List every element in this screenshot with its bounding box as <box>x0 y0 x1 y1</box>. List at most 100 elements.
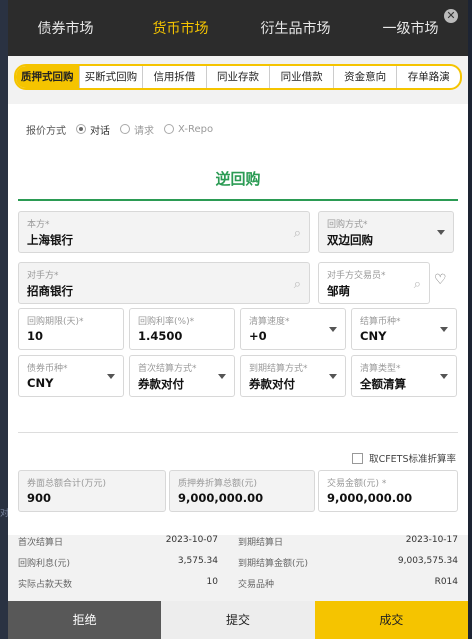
trade-amount-input[interactable]: 交易金额(元) * 9,000,000.00 <box>318 470 458 512</box>
market-nav: 债券市场 货币市场 衍生品市场 一级市场 ✕ <box>8 0 468 56</box>
checkbox-icon <box>352 452 364 464</box>
contact-icon[interactable]: ♡ <box>434 272 447 288</box>
maturity-settle-select[interactable]: 到期结算方式* 券款对付 <box>240 355 346 397</box>
chevron-down-icon <box>329 327 337 332</box>
field-label: 清算速度* <box>249 317 290 327</box>
field-label: 回购方式* <box>327 220 368 230</box>
maturity-date-label: 到期结算日 <box>238 538 284 548</box>
field-label: 到期结算方式* <box>249 364 308 374</box>
tab-bond-market[interactable]: 债券市场 <box>8 18 123 38</box>
form-title: 逆回购 <box>215 170 261 188</box>
radio-dot-icon <box>164 124 174 134</box>
close-icon[interactable]: ✕ <box>444 9 458 23</box>
subtab-cd-roadshow[interactable]: 存单路演 <box>396 66 460 88</box>
field-value: CNY <box>360 329 387 343</box>
counterparty-field[interactable]: 对手方* 招商银行 ⌕ <box>18 262 310 304</box>
product-tabs: 质押式回购 买断式回购 信用拆借 同业存款 同业借款 资金意向 存单路演 <box>14 64 462 90</box>
first-settle-date: 2023-10-07 <box>165 535 218 545</box>
divider <box>18 432 458 433</box>
subtab-outright-repo[interactable]: 买断式回购 <box>78 66 143 88</box>
reverse-repo-form: 逆回购 本方* 上海银行 ⌕ 回购方式* 双边回购 对手方* 招商银行 ⌕ 对手… <box>8 148 468 535</box>
radio-label: 对话 <box>90 125 110 137</box>
field-value: 双边回购 <box>327 233 373 247</box>
subtab-pledged-repo[interactable]: 质押式回购 <box>16 66 79 88</box>
field-value: 9,000,000.00 <box>327 491 413 505</box>
maturity-amount-label: 到期结算金额(元) <box>238 559 309 569</box>
field-label: 对手方交易员* <box>327 271 386 281</box>
chevron-down-icon <box>440 327 448 332</box>
chevron-down-icon <box>440 374 448 379</box>
chevron-down-icon <box>329 374 337 379</box>
radio-label: 请求 <box>134 125 154 137</box>
background-sidebar: 对 <box>0 0 9 639</box>
search-icon: ⌕ <box>293 277 301 292</box>
field-label: 本方* <box>27 220 50 230</box>
maturity-amount: 9,003,575.34 <box>397 556 458 566</box>
field-value: 券款对付 <box>138 377 184 391</box>
quote-mode: 报价方式 对话 请求 X-Repo <box>8 104 468 154</box>
own-party-field[interactable]: 本方* 上海银行 ⌕ <box>18 211 310 253</box>
cfets-checkbox[interactable]: 取CFETS标准折算率 <box>352 451 456 465</box>
variety-label: 交易品种 <box>238 580 275 590</box>
radio-dot-icon <box>120 124 130 134</box>
field-value: 邹萌 <box>327 284 350 298</box>
search-icon: ⌕ <box>293 226 301 241</box>
subtab-interbank-deposit[interactable]: 同业存款 <box>205 66 270 88</box>
field-label: 首次结算方式* <box>138 364 197 374</box>
radio-request[interactable]: 请求 <box>120 122 154 137</box>
repo-dialog: 债券市场 货币市场 衍生品市场 一级市场 ✕ 质押式回购 买断式回购 信用拆借 … <box>8 0 468 639</box>
action-bar: 拒绝 提交 成交 <box>8 601 468 639</box>
subtab-fund-intent[interactable]: 资金意向 <box>332 66 397 88</box>
term-input[interactable]: 回购期限(天)* 10 <box>18 308 124 350</box>
tab-money-market[interactable]: 货币市场 <box>123 18 238 38</box>
repo-method-select[interactable]: 回购方式* 双边回购 <box>318 211 454 253</box>
field-value: 900 <box>27 491 52 505</box>
face-total-field: 券面总额合计(万元) 900 <box>18 470 166 512</box>
field-label: 交易金额(元) * <box>327 479 387 489</box>
first-settle-select[interactable]: 首次结算方式* 券款对付 <box>129 355 235 397</box>
field-label: 清算类型* <box>360 364 401 374</box>
field-value: +0 <box>249 329 267 343</box>
deal-button[interactable]: 成交 <box>314 601 468 639</box>
field-label: 券面总额合计(万元) <box>27 479 107 489</box>
counterparty-trader-field[interactable]: 对手方交易员* 邹萌 ⌕ <box>318 262 430 304</box>
clearing-speed-select[interactable]: 清算速度* +0 <box>240 308 346 350</box>
title-underline <box>18 199 458 201</box>
field-value: 券款对付 <box>249 377 295 391</box>
reject-button[interactable]: 拒绝 <box>8 601 162 639</box>
first-settle-date-label: 首次结算日 <box>18 538 64 548</box>
subtab-credit-lending[interactable]: 信用拆借 <box>142 66 206 88</box>
variety-value: R014 <box>434 577 458 587</box>
field-value: CNY <box>27 376 54 390</box>
field-value: 9,000,000.00 <box>178 491 264 505</box>
field-label: 回购期限(天)* <box>27 317 84 327</box>
rate-input[interactable]: 回购利率(%)* 1.4500 <box>129 308 235 350</box>
radio-xrepo[interactable]: X-Repo <box>164 124 213 135</box>
search-icon: ⌕ <box>413 277 421 292</box>
radio-dot-icon <box>76 124 86 134</box>
field-value: 全额清算 <box>360 377 406 391</box>
field-value: 上海银行 <box>27 233 73 247</box>
maturity-date: 2023-10-17 <box>405 535 458 545</box>
field-value: 10 <box>27 329 44 343</box>
bond-currency-select[interactable]: 债券币种* CNY <box>18 355 124 397</box>
field-label: 债券币种* <box>27 364 68 374</box>
field-label: 质押券折算总额(元) <box>178 479 258 489</box>
interest-label: 回购利息(元) <box>18 559 71 569</box>
settlement-summary: 首次结算日 2023-10-07 到期结算日 2023-10-17 回购利息(元… <box>8 535 468 601</box>
radio-dialogue[interactable]: 对话 <box>76 122 110 137</box>
field-value: 1.4500 <box>138 329 183 343</box>
submit-button[interactable]: 提交 <box>161 601 315 639</box>
days-label: 实际占款天数 <box>18 580 73 590</box>
days-value: 10 <box>206 577 218 587</box>
subtab-interbank-borrowing[interactable]: 同业借款 <box>269 66 333 88</box>
clearing-type-select[interactable]: 清算类型* 全额清算 <box>351 355 457 397</box>
quote-mode-label: 报价方式 <box>26 125 66 137</box>
chevron-down-icon <box>107 374 115 379</box>
checkbox-label: 取CFETS标准折算率 <box>369 454 456 465</box>
pledge-total-field: 质押券折算总额(元) 9,000,000.00 <box>169 470 315 512</box>
tab-derivatives-market[interactable]: 衍生品市场 <box>238 18 353 38</box>
chevron-down-icon <box>437 230 445 235</box>
field-label: 对手方* <box>27 271 59 281</box>
settle-currency-select[interactable]: 结算币种* CNY <box>351 308 457 350</box>
